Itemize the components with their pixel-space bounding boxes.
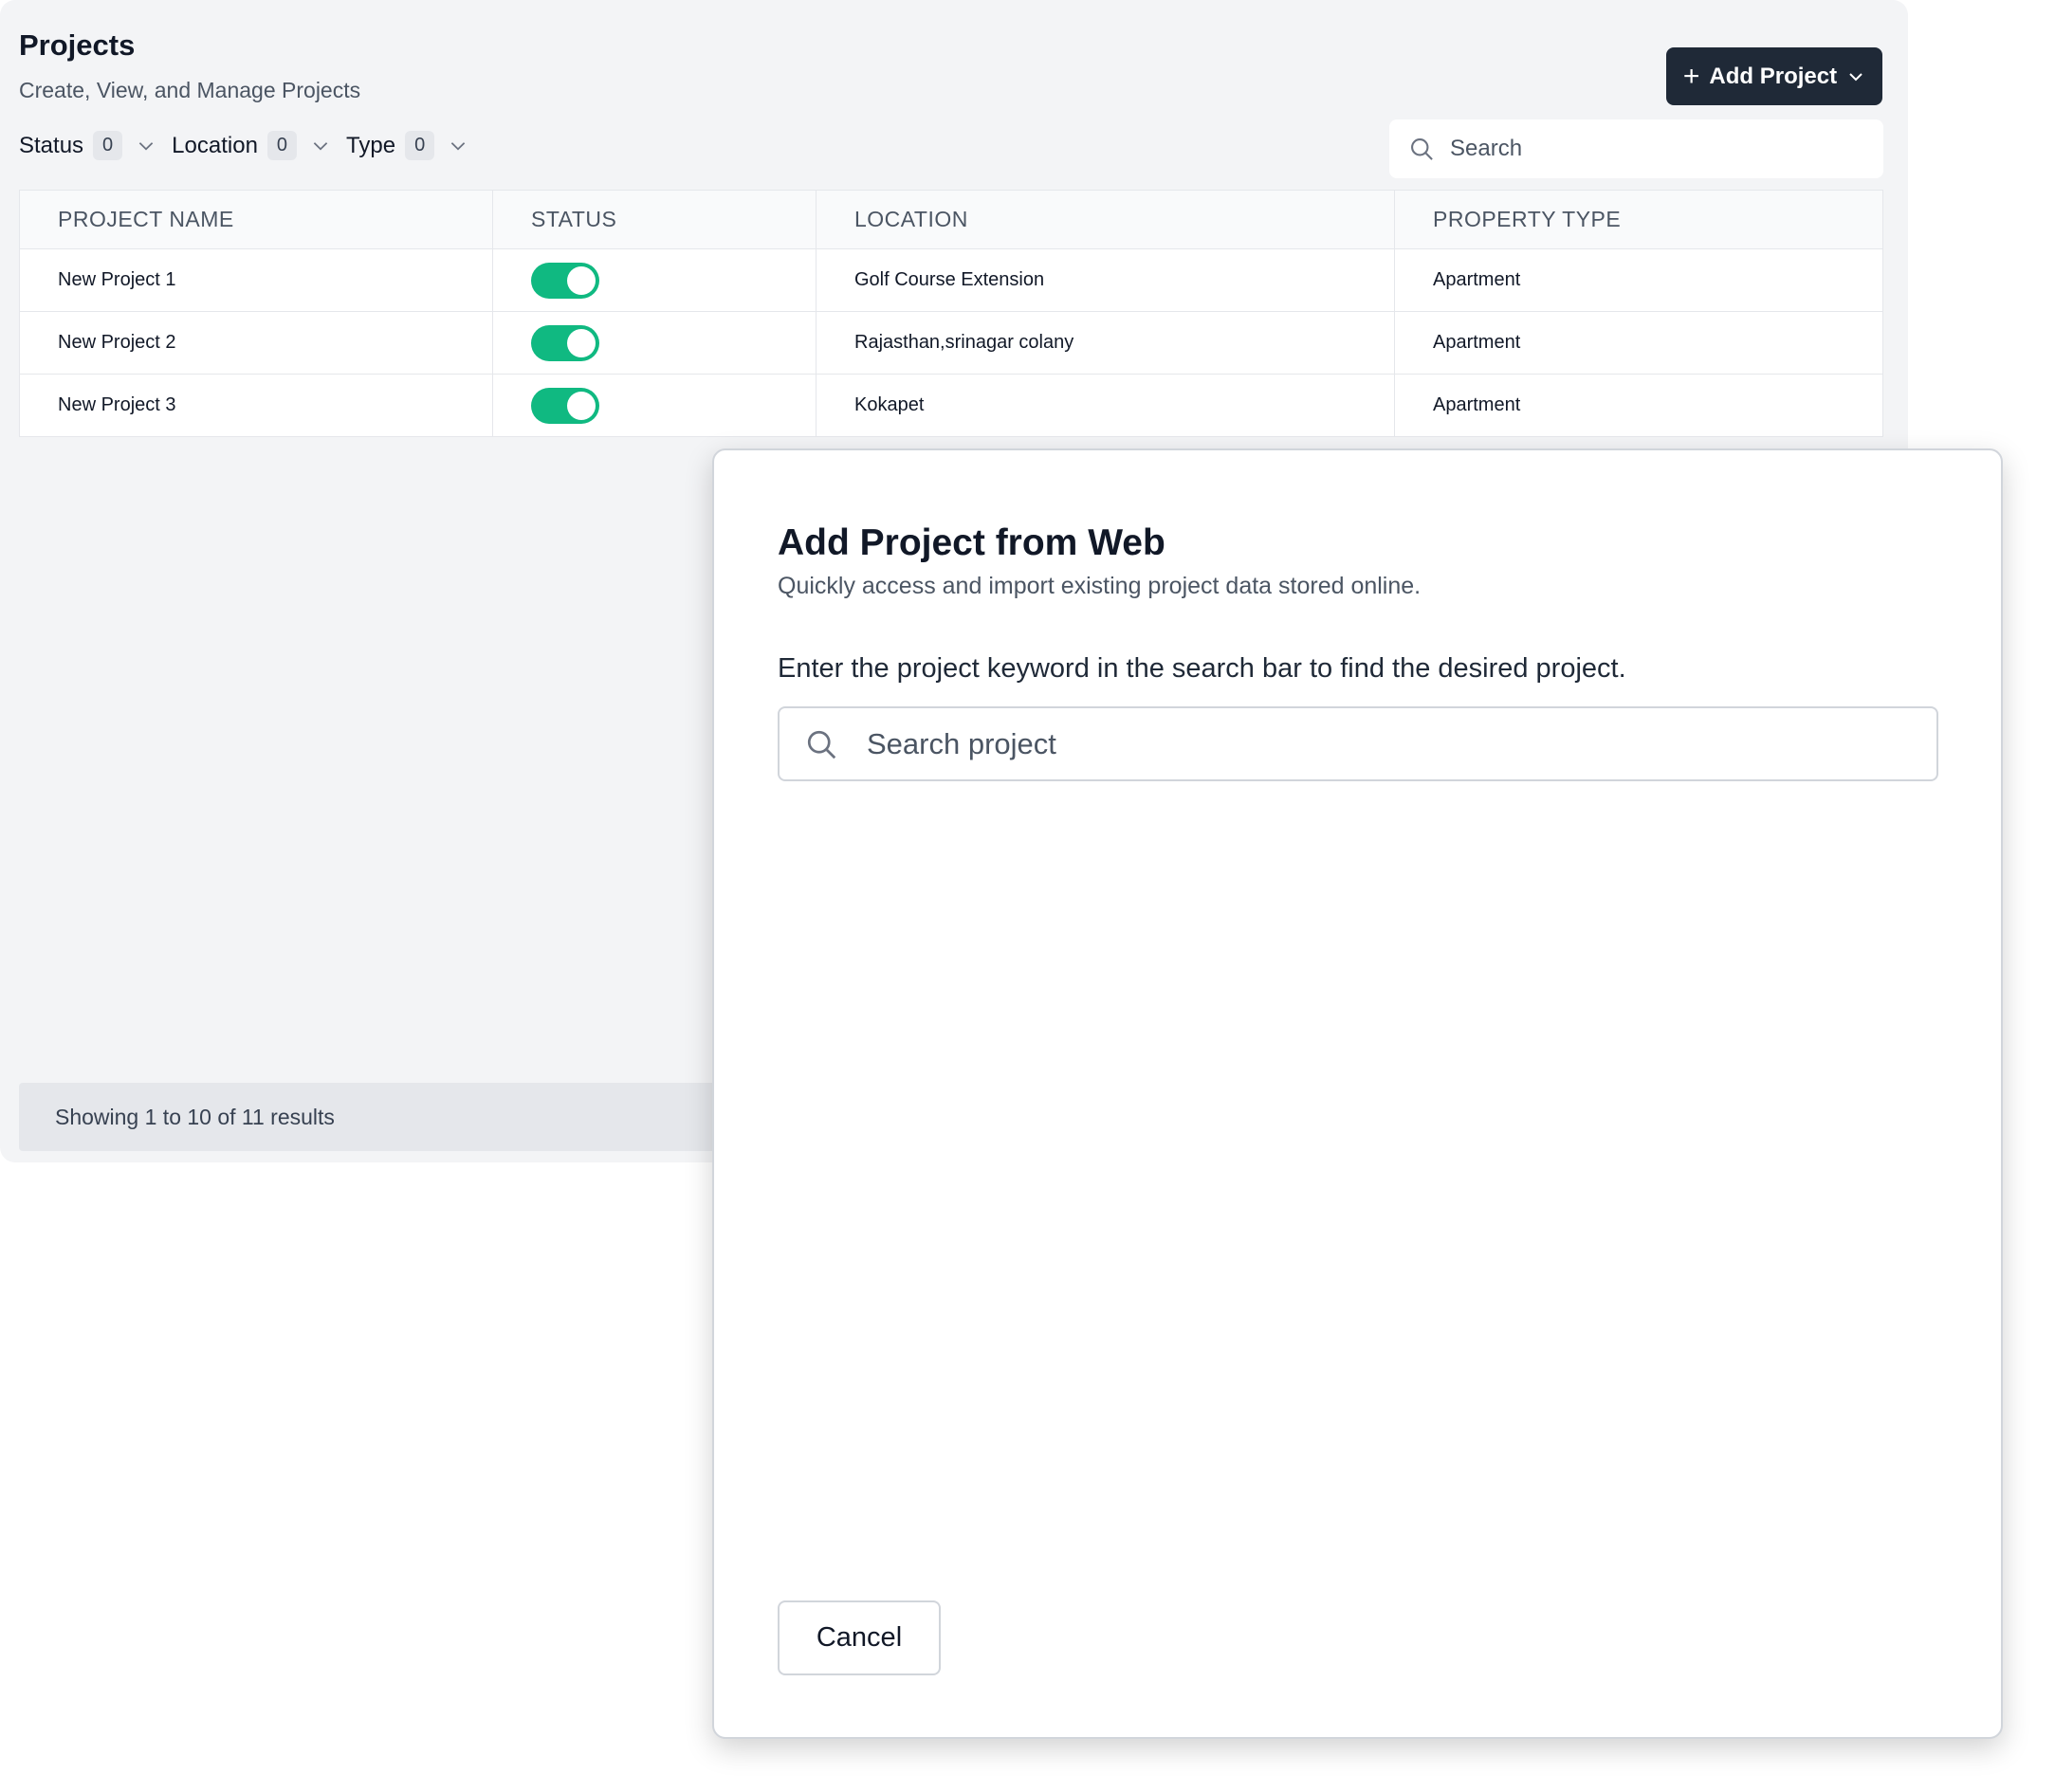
chevron-down-icon (138, 141, 154, 151)
column-header-status[interactable]: STATUS (492, 190, 816, 249)
project-search-placeholder: Search project (867, 726, 1056, 760)
column-header-location[interactable]: LOCATION (816, 190, 1395, 249)
add-project-label: Add Project (1709, 63, 1838, 89)
property-type-cell: Apartment (1394, 248, 1883, 312)
location-cell: Rajasthan,srinagar colany (816, 311, 1395, 375)
modal-subtitle: Quickly access and import existing proje… (778, 573, 1422, 599)
project-name-cell[interactable]: New Project 1 (19, 248, 493, 312)
filter-type[interactable]: Type 0 (346, 131, 468, 160)
table-row[interactable]: New Project 2 Rajasthan,srinagar colany … (19, 311, 1883, 375)
property-type-cell: Apartment (1394, 311, 1883, 375)
projects-table: PROJECT NAME STATUS LOCATION PROPERTY TY… (19, 190, 1883, 437)
table-row[interactable]: New Project 1 Golf Course Extension Apar… (19, 248, 1883, 312)
plus-icon: + (1682, 60, 1700, 92)
status-cell (492, 311, 816, 375)
project-name-cell[interactable]: New Project 2 (19, 311, 493, 375)
location-cell: Kokapet (816, 374, 1395, 437)
add-project-button[interactable]: + Add Project (1666, 47, 1882, 105)
location-cell: Golf Course Extension (816, 248, 1395, 312)
cancel-button[interactable]: Cancel (778, 1600, 941, 1675)
modal-instruction: Enter the project keyword in the search … (778, 653, 1626, 684)
page-title: Projects (19, 28, 136, 62)
filter-count-badge: 0 (93, 131, 123, 160)
filter-label: Status (19, 132, 84, 158)
table-header-row: PROJECT NAME STATUS LOCATION PROPERTY TY… (19, 190, 1883, 249)
filter-status[interactable]: Status 0 (19, 131, 156, 160)
results-summary: Showing 1 to 10 of 11 results (55, 1104, 335, 1129)
search-input[interactable]: Search (1389, 119, 1883, 178)
filter-bar: Status 0 Location 0 Type 0 (19, 131, 468, 160)
filter-location[interactable]: Location 0 (172, 131, 331, 160)
status-toggle[interactable] (531, 262, 599, 299)
column-header-property-type[interactable]: PROPERTY TYPE (1394, 190, 1883, 249)
search-placeholder: Search (1450, 136, 1523, 161)
project-search-input[interactable]: Search project (778, 706, 1938, 781)
filter-count-badge: 0 (405, 131, 435, 160)
column-header-project-name[interactable]: PROJECT NAME (19, 190, 493, 249)
search-icon (1411, 138, 1433, 160)
status-cell (492, 248, 816, 312)
search-icon (807, 730, 836, 759)
chevron-down-icon (450, 141, 466, 151)
status-toggle[interactable] (531, 324, 599, 361)
project-name-cell[interactable]: New Project 3 (19, 374, 493, 437)
table-row[interactable]: New Project 3 Kokapet Apartment (19, 374, 1883, 437)
chevron-down-icon (313, 141, 328, 151)
status-cell (492, 374, 816, 437)
filter-label: Location (172, 132, 258, 158)
chevron-down-icon (1849, 72, 1862, 81)
page-subtitle: Create, View, and Manage Projects (19, 78, 361, 102)
filter-label: Type (346, 132, 396, 158)
status-toggle[interactable] (531, 387, 599, 424)
add-project-from-web-modal: Add Project from Web Quickly access and … (712, 448, 2003, 1739)
filter-count-badge: 0 (266, 131, 298, 160)
property-type-cell: Apartment (1394, 374, 1883, 437)
modal-title: Add Project from Web (778, 522, 1165, 563)
